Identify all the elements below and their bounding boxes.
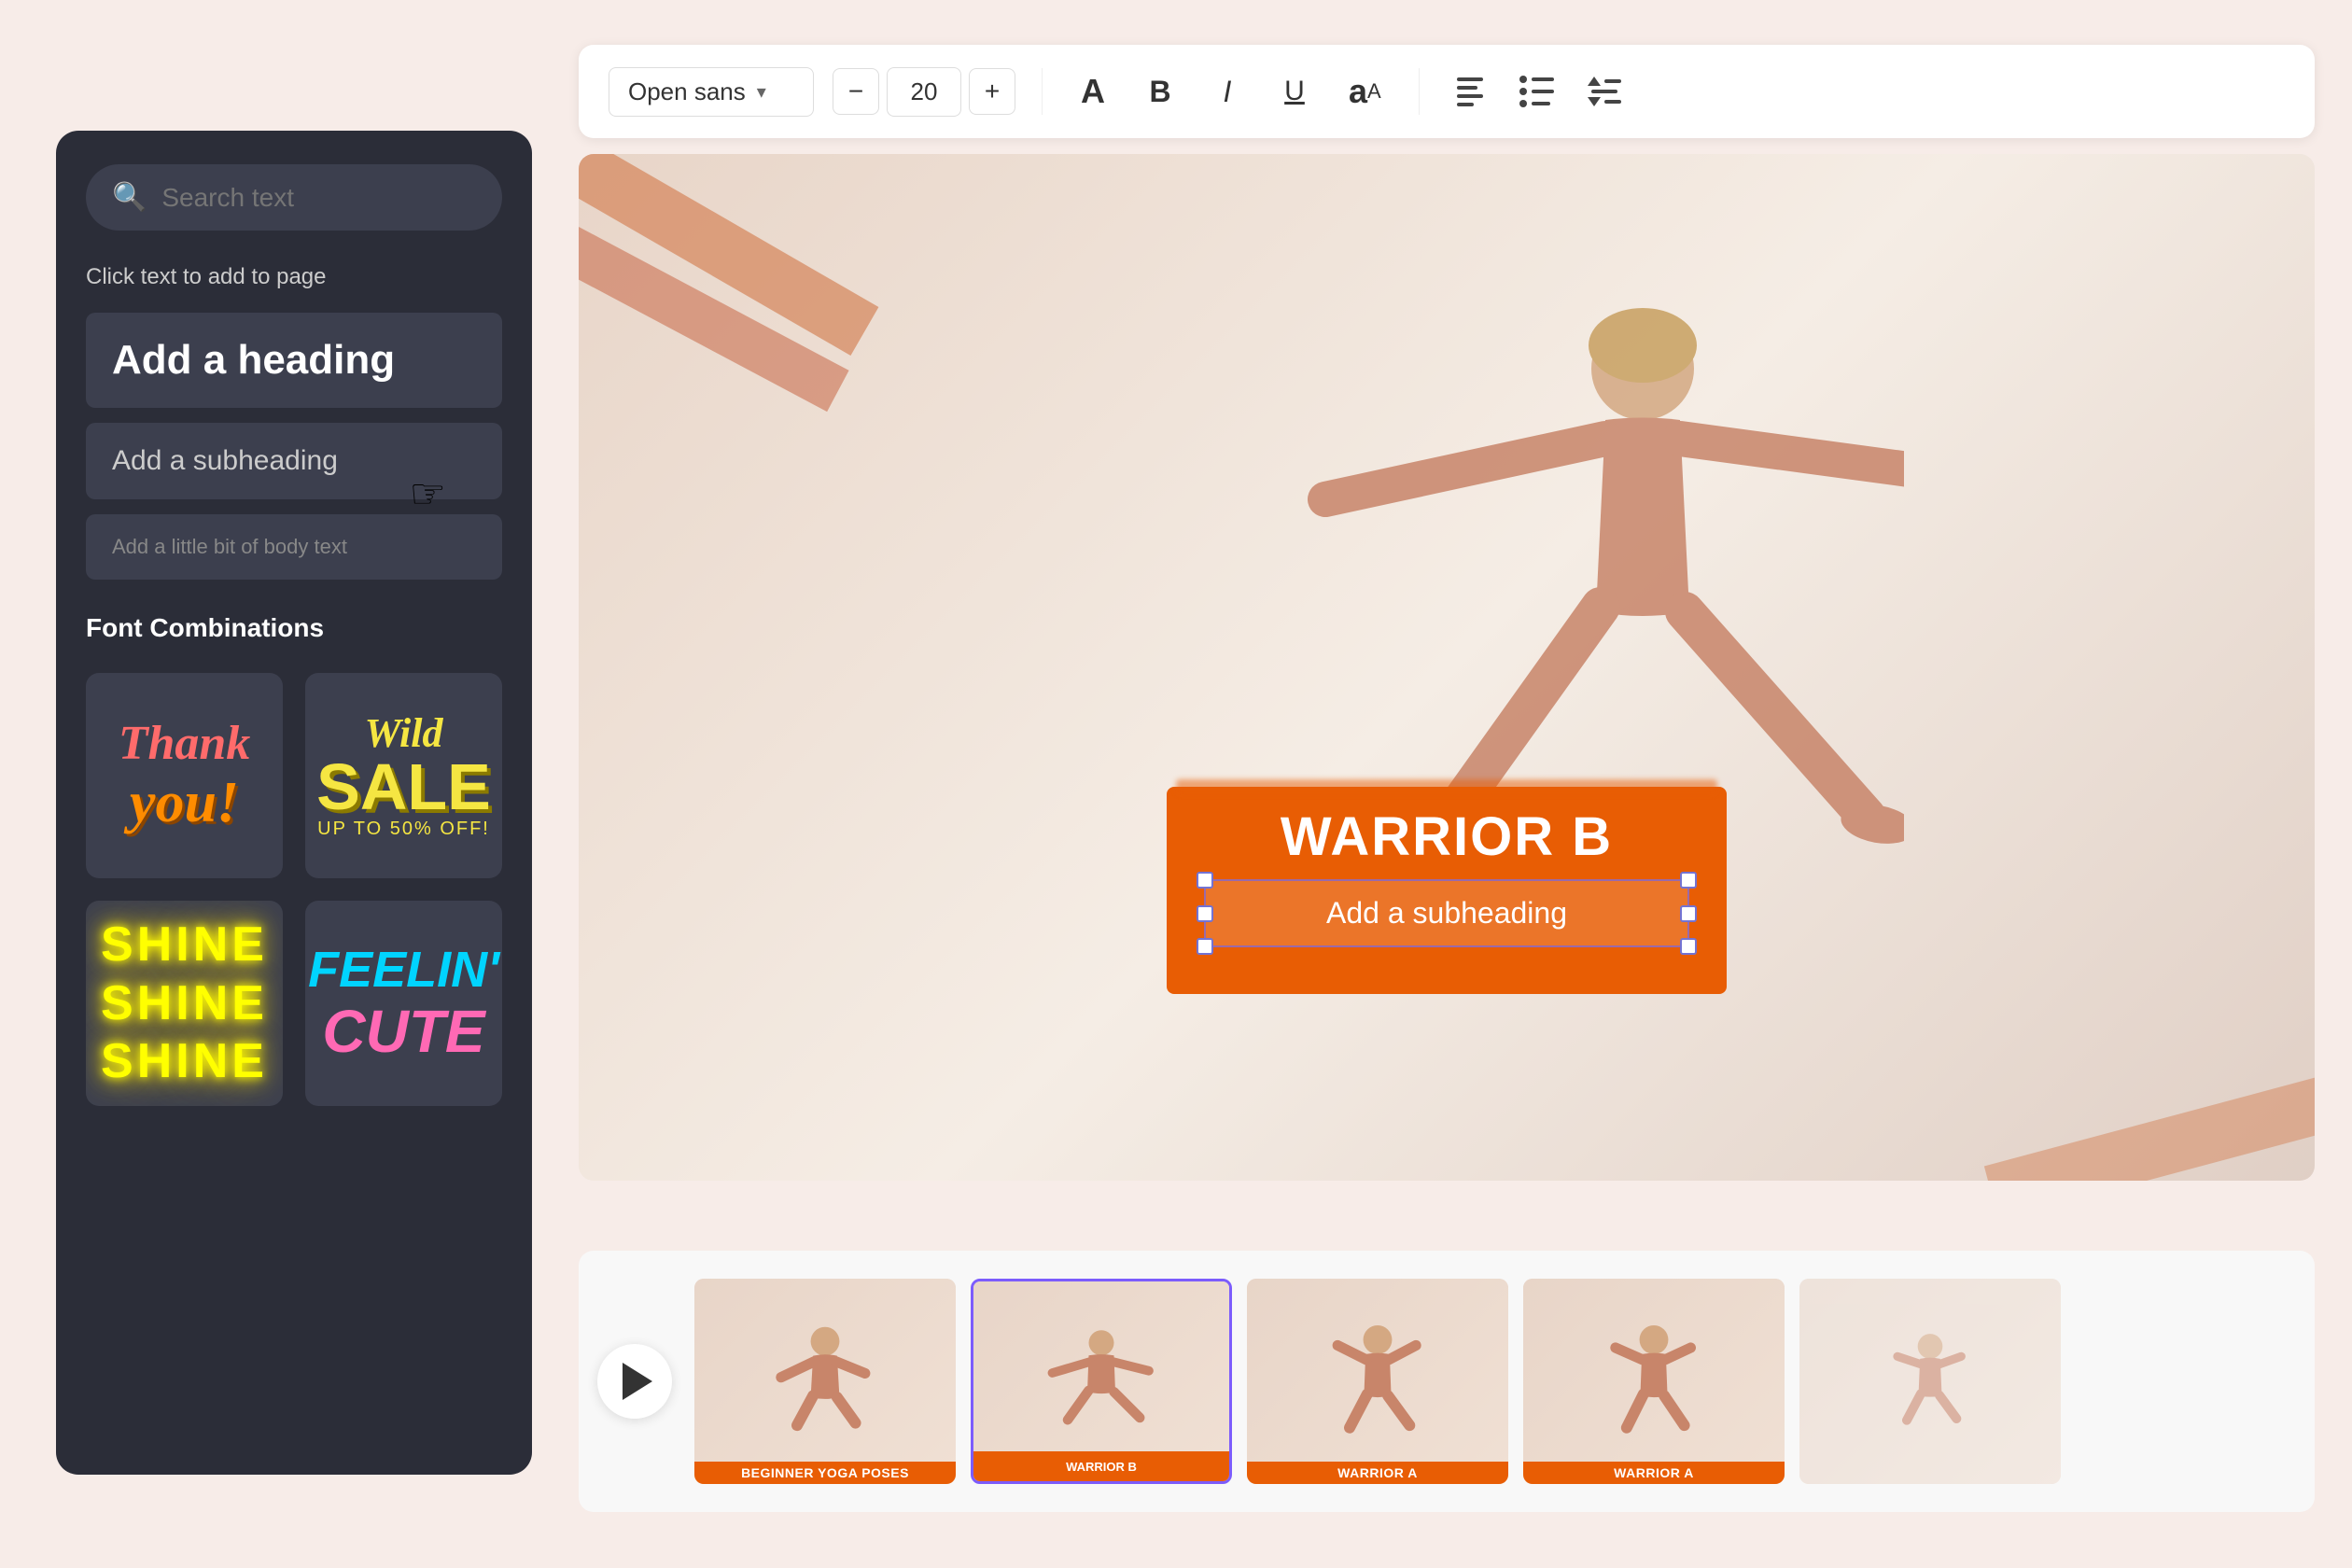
- text-case-button[interactable]: aA: [1337, 64, 1393, 119]
- decorative-stripe-3: [1984, 1070, 2315, 1181]
- feelin-text: FEELIN': [308, 943, 499, 998]
- font-selector[interactable]: Open sans ▾: [609, 67, 814, 117]
- search-bar[interactable]: 🔍: [86, 164, 502, 231]
- line-spacing-icon: [1588, 77, 1621, 106]
- warrior-overlay[interactable]: WARRIOR B Add a subheading: [1167, 787, 1727, 994]
- small-a-icon: A: [1367, 79, 1381, 104]
- warrior-subheading-box[interactable]: Add a subheading: [1204, 879, 1689, 947]
- align-left-icon: [1449, 70, 1491, 114]
- timeline-thumb-1[interactable]: BEGINNER YOGA POSES: [694, 1279, 956, 1484]
- font-color-button[interactable]: A: [1069, 67, 1117, 116]
- thumb-1-figure: [769, 1316, 881, 1447]
- selection-handle-bl: [1197, 938, 1213, 955]
- line-spacing-button[interactable]: [1580, 67, 1629, 116]
- thumb-2-figure: [1045, 1316, 1157, 1447]
- shine-text: SHINE SHINE SHINE: [101, 916, 268, 1090]
- thumb-2-inner: WARRIOR B: [973, 1281, 1229, 1481]
- thumb-4-figure: [1598, 1316, 1710, 1447]
- thumb-5-inner: [1799, 1279, 2061, 1484]
- wild-sale-text: Wild SALE UP TO 50% OFF!: [316, 713, 491, 838]
- sale-text: SALE: [316, 754, 491, 819]
- discount-text: UP TO 50% OFF!: [316, 819, 491, 838]
- timeline-thumb-5[interactable]: [1799, 1279, 2061, 1484]
- align-left-button[interactable]: [1446, 67, 1494, 116]
- selection-handle-ml: [1197, 905, 1213, 922]
- thumb-1-label: BEGINNER YOGA POSES: [694, 1462, 956, 1484]
- toolbar-divider-1: [1042, 68, 1043, 115]
- search-icon: 🔍: [112, 181, 147, 214]
- selection-handle-tl: [1197, 872, 1213, 889]
- big-a-icon: a: [1349, 72, 1367, 111]
- shine-line3: SHINE: [101, 1032, 268, 1090]
- large-a-icon: A: [1081, 72, 1105, 111]
- font-card-shine[interactable]: SHINE SHINE SHINE: [86, 901, 283, 1106]
- italic-button[interactable]: I: [1203, 67, 1252, 116]
- canvas-image: WARRIOR B Add a subheading: [579, 154, 2315, 1181]
- font-size-decrease-button[interactable]: −: [833, 68, 879, 115]
- font-size-control: − 20 +: [833, 67, 1015, 117]
- click-to-add-label: Click text to add to page: [86, 264, 502, 290]
- play-icon: [623, 1363, 652, 1400]
- subheading-text: Add a subheading: [112, 445, 338, 476]
- selection-handle-br: [1680, 938, 1697, 955]
- timeline-thumb-3[interactable]: WARRIOR A: [1247, 1279, 1508, 1484]
- font-combinations-grid: Thank you! Wild SALE UP TO 50% OFF! SHIN…: [86, 673, 502, 1106]
- list-button[interactable]: [1513, 67, 1561, 116]
- italic-icon: I: [1224, 75, 1232, 109]
- thumb-3-inner: WARRIOR A: [1247, 1279, 1508, 1484]
- play-button[interactable]: [597, 1344, 672, 1419]
- toolbar-divider-2: [1419, 68, 1420, 115]
- font-card-wildsale[interactable]: Wild SALE UP TO 50% OFF!: [305, 673, 502, 878]
- shine-line2: SHINE: [101, 974, 268, 1032]
- you-text: you!: [119, 771, 251, 834]
- thankyou-text: Thank you!: [119, 717, 251, 833]
- timeline-items: BEGINNER YOGA POSES WARRIOR B: [694, 1251, 2296, 1512]
- selection-handle-tr: [1680, 872, 1697, 889]
- font-combinations-label: Font Combinations: [86, 613, 502, 643]
- thumb-3-figure: [1322, 1316, 1434, 1447]
- cute-text: CUTE: [308, 999, 499, 1064]
- timeline-thumb-4[interactable]: WARRIOR A: [1523, 1279, 1785, 1484]
- thumb-4-label: WARRIOR A: [1523, 1462, 1785, 1484]
- bold-icon: B: [1149, 75, 1170, 109]
- bold-button[interactable]: B: [1136, 67, 1184, 116]
- font-card-feelincute[interactable]: FEELIN' CUTE: [305, 901, 502, 1106]
- warrior-subheading-text: Add a subheading: [1326, 896, 1567, 930]
- thumb-2-label-bar: WARRIOR B: [973, 1451, 1229, 1481]
- thumb-2-label: WARRIOR B: [1066, 1460, 1137, 1474]
- feelincute-text: FEELIN' CUTE: [308, 943, 499, 1064]
- warrior-background: WARRIOR B Add a subheading: [1167, 787, 1727, 994]
- list-icon: [1519, 76, 1554, 107]
- font-size-increase-button[interactable]: +: [969, 68, 1015, 115]
- selection-handle-mr: [1680, 905, 1697, 922]
- thank-text: Thank: [119, 717, 251, 770]
- add-subheading-block[interactable]: Add a subheading ☞: [86, 423, 502, 499]
- thumb-5-figure: [1883, 1325, 1977, 1437]
- thumb-4-inner: WARRIOR A: [1523, 1279, 1785, 1484]
- left-panel: 🔍 Click text to add to page Add a headin…: [56, 131, 532, 1475]
- font-size-value[interactable]: 20: [887, 67, 961, 117]
- underline-icon: U: [1284, 76, 1305, 107]
- body-text: Add a little bit of body text: [112, 535, 347, 558]
- underline-button[interactable]: U: [1270, 67, 1319, 116]
- timeline-thumb-2[interactable]: WARRIOR B: [971, 1279, 1232, 1484]
- heading-text: Add a heading: [112, 337, 395, 383]
- thumb-1-inner: BEGINNER YOGA POSES: [694, 1279, 956, 1484]
- text-toolbar: Open sans ▾ − 20 + A B I U aA: [579, 45, 2315, 138]
- add-heading-block[interactable]: Add a heading: [86, 313, 502, 408]
- add-body-block[interactable]: Add a little bit of body text: [86, 514, 502, 580]
- wild-text: Wild: [316, 713, 491, 754]
- font-name: Open sans: [628, 77, 746, 106]
- thumb-3-label: WARRIOR A: [1247, 1462, 1508, 1484]
- timeline: BEGINNER YOGA POSES WARRIOR B: [579, 1251, 2315, 1512]
- chevron-down-icon: ▾: [757, 80, 766, 104]
- cursor-hand-icon: ☞: [410, 470, 446, 518]
- search-input[interactable]: [161, 183, 476, 213]
- shine-line1: SHINE: [101, 916, 268, 973]
- canvas-area: WARRIOR B Add a subheading: [579, 154, 2315, 1181]
- warrior-title: WARRIOR B: [1204, 805, 1689, 868]
- font-card-thankyou[interactable]: Thank you!: [86, 673, 283, 878]
